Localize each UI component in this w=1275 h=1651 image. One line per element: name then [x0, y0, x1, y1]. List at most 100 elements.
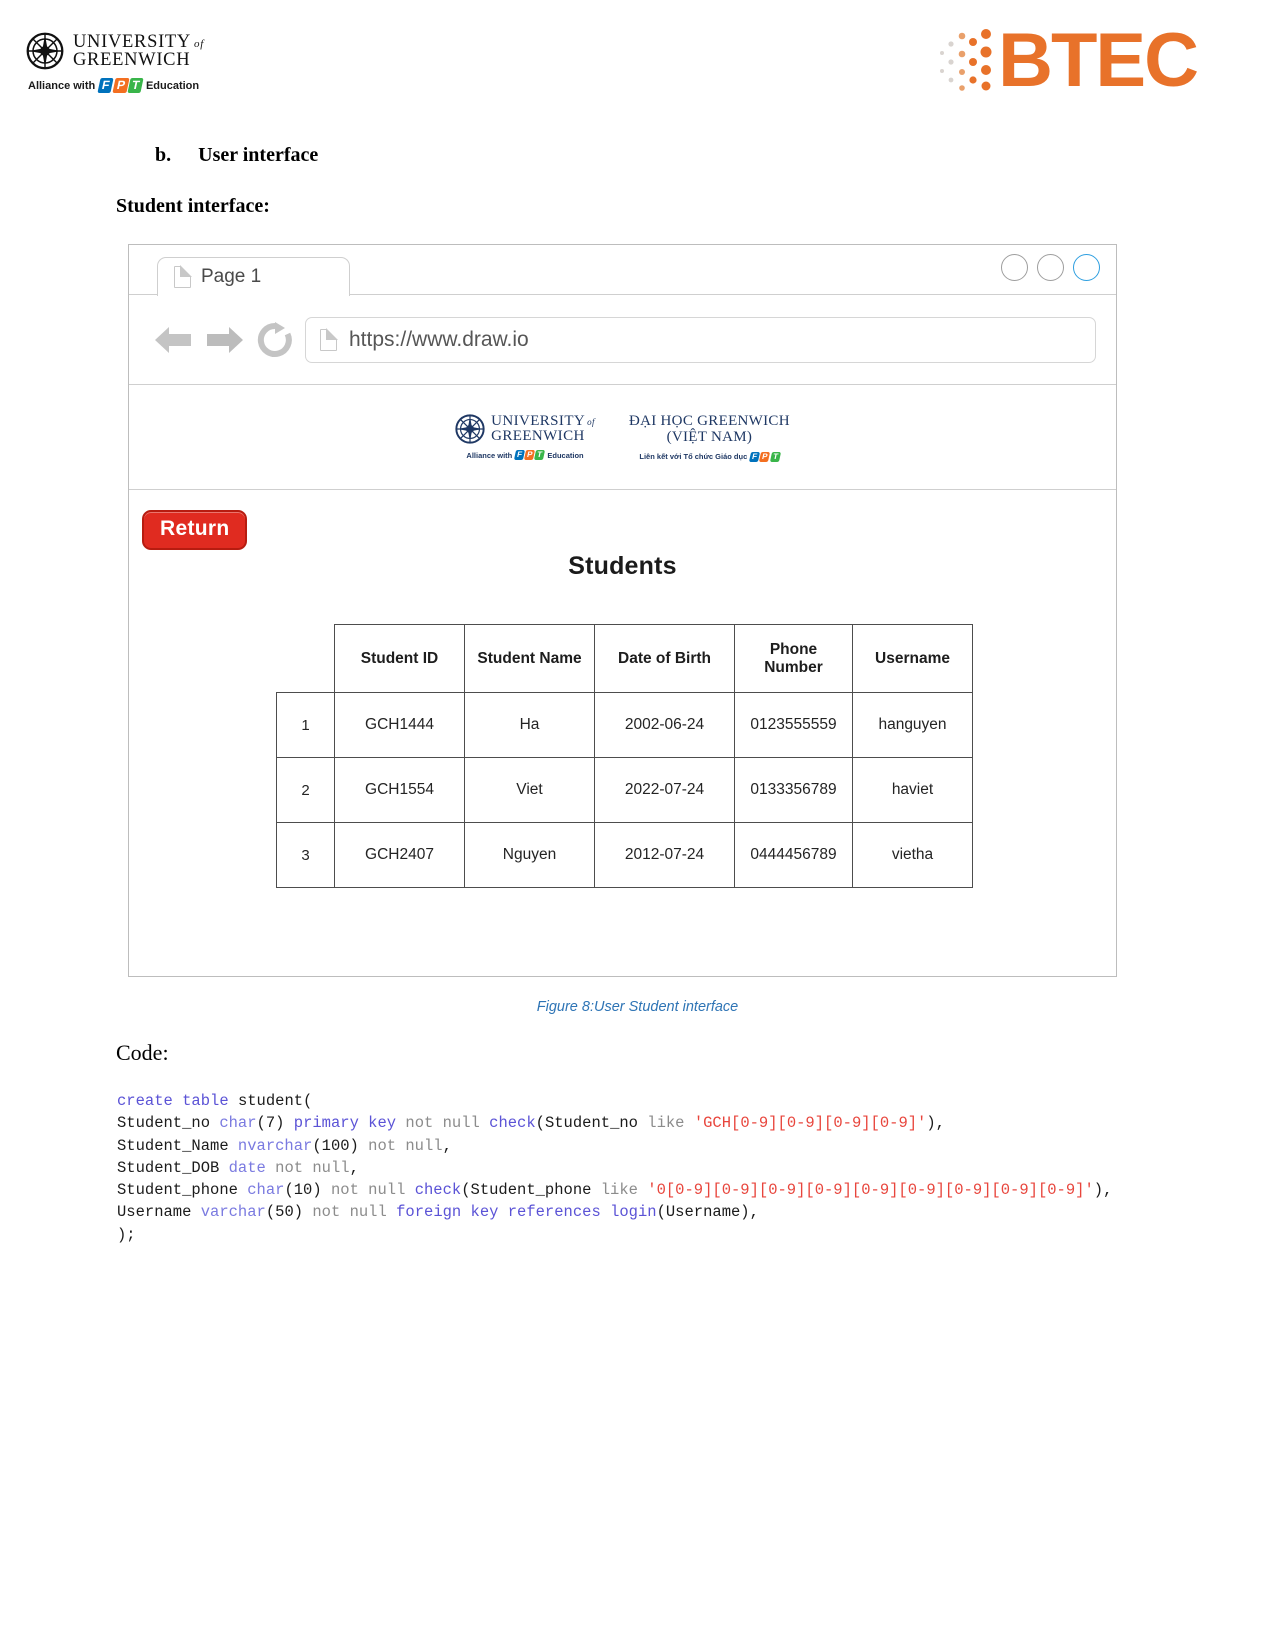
code-token: , — [349, 1158, 359, 1177]
code-line: Student_no char(7) primary key not null … — [117, 1112, 1112, 1134]
code-line: Student_DOB date not null, — [117, 1157, 1112, 1179]
code-token: (Student_no — [535, 1114, 648, 1133]
browser-address-bar: https://www.draw.io — [129, 295, 1116, 385]
students-table-body: 1 GCH1444 Ha 2002-06-24 0123555559 hangu… — [276, 692, 973, 888]
uog-of: of — [194, 37, 204, 50]
code-line: ); — [117, 1224, 1112, 1246]
return-button[interactable]: Return — [142, 510, 248, 550]
fpt-p-letter: P — [759, 451, 771, 462]
site-uog-line1: UNIVERSITY — [491, 413, 586, 429]
code-token: not null — [330, 1181, 406, 1200]
uog-line2: GREENWICH — [73, 50, 191, 70]
code-heading: Code: — [116, 1040, 169, 1065]
code-token: (Username), — [656, 1203, 759, 1222]
reload-icon[interactable] — [257, 321, 293, 358]
code-token: char — [219, 1114, 257, 1133]
site-logo-header: UNIVERSITY of GREENWICH Alliance with F … — [129, 385, 1116, 490]
fpt-logo: F P T — [514, 450, 546, 460]
column-header-student-name: Student Name — [464, 624, 595, 693]
code-token: null — [349, 1203, 387, 1222]
table-header-row: Student ID Student Name Date of Birth Ph… — [277, 624, 973, 693]
fpt-t-letter: T — [534, 450, 546, 460]
page-title: Students — [568, 552, 677, 580]
code-token: (10) — [284, 1181, 331, 1200]
site-uog-sub-prefix: Alliance with — [466, 450, 513, 460]
site-vn-alliance: Liên kết với Tổ chức Giáo dục F P T — [639, 451, 781, 462]
code-token: not null — [405, 1114, 480, 1133]
code-line: Username varchar(50) not null foreign ke… — [117, 1201, 1112, 1223]
greenwich-compass-icon — [26, 32, 64, 70]
row-index: 3 — [276, 822, 335, 888]
greenwich-compass-icon — [455, 414, 485, 444]
section-marker: b. — [155, 144, 172, 166]
arrow-right-icon[interactable] — [205, 323, 245, 357]
fpt-p-letter: P — [111, 78, 130, 93]
cell-username: vietha — [852, 822, 973, 888]
minimize-circle-icon[interactable] — [1001, 254, 1028, 281]
code-token: check — [489, 1114, 536, 1133]
url-input[interactable]: https://www.draw.io — [305, 316, 1096, 363]
site-vn-line1: ĐẠI HỌC GREENWICH — [628, 412, 790, 429]
btec-dots-icon — [940, 29, 992, 91]
code-token: student( — [228, 1092, 313, 1110]
browser-tab-page-1[interactable]: Page 1 — [157, 257, 350, 296]
cell-phone-number: 0133356789 — [734, 757, 853, 823]
code-token: table — [182, 1092, 229, 1110]
students-table-head: Student ID Student Name Date of Birth Ph… — [277, 624, 973, 693]
code-token: date — [228, 1158, 266, 1177]
site-uog-sub-suffix: Education — [547, 450, 584, 460]
close-circle-icon[interactable] — [1073, 254, 1100, 281]
code-token: like — [647, 1114, 685, 1133]
subheading: Student interface: — [116, 195, 270, 217]
btec-wordmark: BTEC — [998, 18, 1199, 103]
browser-tab-bar: Page 1 — [129, 245, 1116, 296]
code-token: (50) — [265, 1203, 313, 1222]
alliance-prefix-label: Alliance with — [28, 79, 96, 92]
cell-phone-number: 0123555559 — [734, 692, 853, 758]
code-token: check — [414, 1181, 462, 1200]
section-title: User interface — [198, 144, 319, 166]
code-token: (7) — [256, 1114, 294, 1133]
index-column-header — [277, 625, 335, 693]
students-table: Student ID Student Name Date of Birth Ph… — [276, 624, 973, 888]
cell-student-name: Ha — [464, 692, 595, 758]
code-token: ); — [117, 1225, 136, 1244]
page-header: UNIVERSITY of GREENWICH Alliance with F … — [0, 0, 1275, 130]
table-row: 1 GCH1444 Ha 2002-06-24 0123555559 hangu… — [276, 692, 973, 758]
alliance-suffix-label: Education — [145, 79, 200, 92]
code-token: foreign key references — [396, 1203, 601, 1222]
row-index: 1 — [276, 692, 335, 758]
code-line: Student_Name nvarchar(100) not null, — [117, 1135, 1112, 1157]
code-token: not null — [368, 1136, 443, 1155]
code-token: not — [312, 1203, 341, 1222]
sql-code-block: create table student(Student_no char(7) … — [117, 1090, 1112, 1246]
document-icon — [174, 265, 192, 288]
btec-logo: BTEC — [940, 18, 1199, 103]
column-header-date-of-birth: Date of Birth — [594, 624, 735, 693]
column-header-phone-number: Phone Number — [734, 624, 853, 693]
maximize-circle-icon[interactable] — [1037, 254, 1064, 281]
cell-username: haviet — [852, 757, 973, 823]
cell-phone-number: 0444456789 — [734, 822, 853, 888]
column-header-student-id: Student ID — [334, 624, 465, 693]
fpt-t-letter: T — [769, 451, 781, 462]
code-token: Username — [117, 1203, 201, 1222]
arrow-left-icon[interactable] — [153, 323, 193, 357]
code-token: '0[0-9][0-9][0-9][0-9][0-9][0-9][0-9][0-… — [647, 1181, 1094, 1200]
code-token: 'GCH[0-9][0-9][0-9][0-9]' — [693, 1114, 927, 1133]
cell-date-of-birth: 2012-07-24 — [594, 822, 735, 888]
table-row: 2 GCH1554 Viet 2022-07-24 0133356789 hav… — [276, 757, 973, 823]
column-header-username: Username — [852, 624, 973, 693]
table-row: 3 GCH2407 Nguyen 2012-07-24 0444456789 v… — [276, 822, 973, 888]
code-token: ), — [926, 1114, 945, 1133]
page-icon — [320, 327, 338, 351]
section-heading: b. User interface — [155, 144, 318, 167]
code-token: primary key — [293, 1114, 397, 1133]
